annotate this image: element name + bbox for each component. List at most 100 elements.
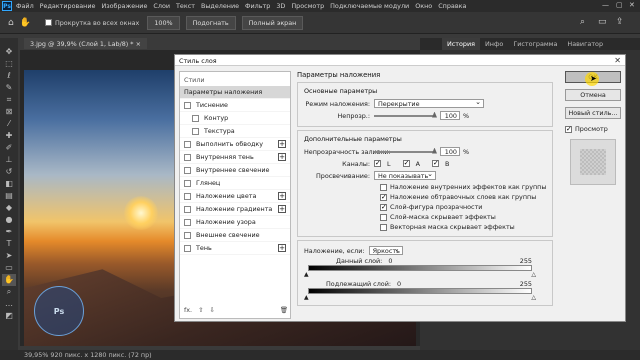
style-item[interactable]: Параметры наложения xyxy=(180,86,290,99)
advanced-option-checkbox[interactable] xyxy=(380,213,387,221)
advanced-option[interactable]: Слой-маска скрывает эффекты xyxy=(304,212,546,222)
style-item-checkbox[interactable] xyxy=(184,140,191,148)
menu-help[interactable]: Справка xyxy=(438,2,466,10)
style-item[interactable]: Тиснение xyxy=(180,99,290,112)
history-brush-tool-icon[interactable]: ↺ xyxy=(6,166,13,178)
blur-tool-icon[interactable]: ◆ xyxy=(6,202,12,214)
add-effect-icon[interactable]: + xyxy=(278,205,286,213)
advanced-option-checkbox[interactable] xyxy=(380,183,387,191)
search-icon[interactable]: ⌕ xyxy=(580,17,585,27)
marquee-tool-icon[interactable]: ⬚ xyxy=(5,58,13,70)
move-tool-icon[interactable]: ✥ xyxy=(6,46,13,58)
style-item[interactable]: Контур xyxy=(180,112,290,125)
style-item[interactable]: Выполнить обводку + xyxy=(180,138,290,151)
menu-filter[interactable]: Фильтр xyxy=(245,2,270,10)
tab-navigator[interactable]: Навигатор xyxy=(562,38,608,50)
type-tool-icon[interactable]: T xyxy=(7,238,12,250)
advanced-option[interactable]: Векторная маска скрывает эффекты xyxy=(304,222,546,232)
pen-tool-icon[interactable]: ✒ xyxy=(6,226,13,238)
quick-select-tool-icon[interactable]: ✎ xyxy=(6,82,13,94)
blend-if-select[interactable]: Яркость xyxy=(368,245,403,255)
close-window-icon[interactable]: ✕ xyxy=(629,1,635,9)
channel-l-checkbox[interactable] xyxy=(374,160,381,167)
blend-mode-select[interactable]: Перекрытие xyxy=(374,98,484,108)
style-item[interactable]: Тень + xyxy=(180,242,290,255)
style-item-checkbox[interactable] xyxy=(184,153,191,161)
menu-layers[interactable]: Слои xyxy=(153,2,170,10)
this-layer-black-handle[interactable]: ▲ xyxy=(304,271,309,278)
crop-tool-icon[interactable]: ⌗ xyxy=(7,94,12,106)
menu-edit[interactable]: Редактирование xyxy=(40,2,96,10)
style-item-checkbox[interactable] xyxy=(184,218,191,226)
tab-history[interactable]: История xyxy=(442,38,480,50)
color-swatches-icon[interactable]: ◩ xyxy=(5,310,13,322)
style-item[interactable]: Внешнее свечение xyxy=(180,229,290,242)
style-item-checkbox[interactable] xyxy=(184,244,191,252)
stamp-tool-icon[interactable]: ⊥ xyxy=(6,154,13,166)
add-effect-icon[interactable]: + xyxy=(278,153,286,161)
style-item[interactable]: Внутренняя тень + xyxy=(180,151,290,164)
scroll-all-windows-checkbox[interactable]: Прокрутка во всех окнах xyxy=(44,19,139,27)
add-effect-icon[interactable]: + xyxy=(278,192,286,200)
style-item-checkbox[interactable] xyxy=(184,101,191,109)
channel-a-checkbox[interactable] xyxy=(402,160,410,167)
move-down-icon[interactable]: ⇩ xyxy=(209,306,214,314)
minimize-icon[interactable]: — xyxy=(602,1,609,9)
menu-image[interactable]: Изображение xyxy=(101,2,147,10)
advanced-option[interactable]: Наложение обтравочных слоев как группы xyxy=(304,192,546,202)
knockout-select[interactable]: Не показывать xyxy=(374,170,436,180)
move-up-icon[interactable]: ⇧ xyxy=(198,306,203,314)
menu-window[interactable]: Окно xyxy=(415,2,432,10)
advanced-option-checkbox[interactable] xyxy=(380,223,387,231)
fill-screen-button[interactable]: Полный экран xyxy=(241,15,304,30)
style-item[interactable]: Текстура xyxy=(180,125,290,138)
style-item[interactable]: Глянец xyxy=(180,177,290,190)
opacity-slider-thumb[interactable] xyxy=(432,111,437,118)
document-tab[interactable]: 3.jpg @ 39,9% (Слой 1, Lab/8) * × xyxy=(24,38,147,49)
style-item-checkbox[interactable] xyxy=(192,114,199,122)
style-item-checkbox[interactable] xyxy=(184,179,191,187)
workspace-icon[interactable]: ▭ xyxy=(598,17,607,27)
fill-opacity-input[interactable]: 100 xyxy=(440,147,460,156)
healing-tool-icon[interactable]: ✚ xyxy=(6,130,13,142)
style-item-checkbox[interactable] xyxy=(184,166,191,174)
style-item-checkbox[interactable] xyxy=(184,205,191,213)
path-select-tool-icon[interactable]: ➤ xyxy=(6,250,13,262)
add-effect-icon[interactable]: + xyxy=(278,140,286,148)
fill-opacity-slider[interactable] xyxy=(374,147,437,154)
tab-histogram[interactable]: Гистограмма xyxy=(508,38,562,50)
scroll-all-windows-box[interactable] xyxy=(44,19,52,26)
eraser-tool-icon[interactable]: ◧ xyxy=(5,178,13,190)
opacity-slider[interactable] xyxy=(374,111,437,118)
menu-type[interactable]: Текст xyxy=(176,2,195,10)
brush-tool-icon[interactable]: ✐ xyxy=(6,142,13,154)
style-item-checkbox[interactable] xyxy=(184,192,191,200)
menu-plugins[interactable]: Подключаемые модули xyxy=(330,2,409,10)
menu-select[interactable]: Выделение xyxy=(201,2,239,10)
underlying-layer-white-handle[interactable]: △ xyxy=(531,294,536,301)
style-item[interactable]: Наложение градиента + xyxy=(180,203,290,216)
style-item[interactable]: Наложение узора xyxy=(180,216,290,229)
underlying-layer-black-handle[interactable]: ▲ xyxy=(304,294,309,301)
style-item[interactable]: Внутреннее свечение xyxy=(180,164,290,177)
menu-file[interactable]: Файл xyxy=(16,2,34,10)
advanced-option-checkbox[interactable] xyxy=(380,203,387,211)
opacity-input[interactable]: 100 xyxy=(440,111,460,120)
dodge-tool-icon[interactable]: ● xyxy=(6,214,13,226)
share-icon[interactable]: ⇪ xyxy=(616,17,624,27)
hand-tool-active-icon[interactable]: ✋ xyxy=(2,274,16,286)
fx-icon[interactable]: fx. xyxy=(184,306,192,314)
cancel-button[interactable]: Отмена xyxy=(565,89,621,101)
menu-view[interactable]: Просмотр xyxy=(291,2,324,10)
trash-icon[interactable]: 🗑 xyxy=(280,306,288,314)
preview-checkbox[interactable] xyxy=(565,125,572,133)
fit-screen-button[interactable]: Подогнать xyxy=(185,15,236,30)
advanced-option[interactable]: Слой-фигура прозрачности xyxy=(304,202,546,212)
maximize-icon[interactable]: ▢ xyxy=(616,1,623,9)
style-item-checkbox[interactable] xyxy=(192,127,199,135)
styles-header[interactable]: Стили xyxy=(180,72,290,86)
add-effect-icon[interactable]: + xyxy=(278,244,286,252)
zoom-100-button[interactable]: 100% xyxy=(147,15,180,30)
style-item-checkbox[interactable] xyxy=(184,231,191,239)
zoom-tool-icon[interactable]: ⌕ xyxy=(7,286,11,298)
